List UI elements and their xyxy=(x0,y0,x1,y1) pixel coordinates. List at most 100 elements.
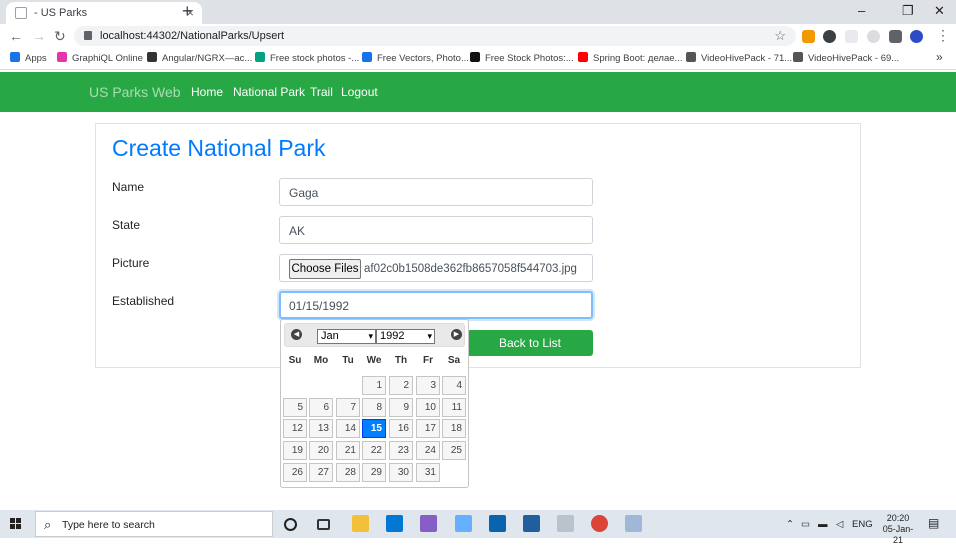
calendar-day[interactable]: 11 xyxy=(442,398,466,417)
nav-national-park[interactable]: National Park xyxy=(233,85,305,99)
state-input[interactable]: AK xyxy=(279,216,593,244)
calendar-day[interactable]: 12 xyxy=(283,419,307,438)
selected-day[interactable]: 15 xyxy=(362,419,386,438)
reload-icon[interactable]: ↻ xyxy=(54,28,66,45)
taskbar-clock[interactable]: 20:20 05-Jan-21 xyxy=(878,513,918,546)
bookmark-spring-boot[interactable]: Spring Boot: делае... xyxy=(578,52,682,64)
show-hidden-icons-chevron-icon[interactable]: ⌃ xyxy=(786,519,794,530)
bookmark-videohivepack-69[interactable]: VideoHivePack - 69... xyxy=(793,52,899,64)
notifications-icon[interactable]: ▤ xyxy=(928,516,939,530)
calendar-day[interactable]: 10 xyxy=(416,398,440,417)
nav-home[interactable]: Home xyxy=(191,85,223,99)
virtualbox-icon[interactable] xyxy=(557,515,574,532)
bookmarks-bar: Apps GraphiQL Online Angular/NGRX—ac... … xyxy=(0,48,956,70)
file-explorer-icon[interactable] xyxy=(352,515,369,532)
close-window-button[interactable]: ✕ xyxy=(934,3,945,19)
site-brand[interactable]: US Parks Web xyxy=(89,84,181,100)
calendar-day[interactable]: 25 xyxy=(442,441,466,460)
forward-arrow-icon[interactable]: → xyxy=(32,28,46,44)
calendar-day[interactable]: 6 xyxy=(309,398,333,417)
established-date-input[interactable]: 01/15/1992 xyxy=(279,291,593,319)
freepik-icon xyxy=(362,52,372,62)
prev-month-icon[interactable]: ◀ xyxy=(291,329,302,340)
calendar-day[interactable]: 21 xyxy=(336,441,360,460)
page-title: Create National Park xyxy=(112,135,326,161)
weekday-header: Mo xyxy=(313,355,329,366)
address-bar[interactable]: localhost:44302/NationalParks/Upsert ☆ xyxy=(74,26,796,46)
name-input[interactable]: Gaga xyxy=(279,178,593,206)
calendar-day[interactable]: 3 xyxy=(416,376,440,395)
calendar-day[interactable]: 2 xyxy=(389,376,413,395)
calendar-day[interactable]: 8 xyxy=(362,398,386,417)
bookmark-free-stock-photos[interactable]: Free stock photos -... xyxy=(255,52,359,64)
url-text[interactable]: localhost:44302/NationalParks/Upsert xyxy=(100,30,284,42)
calendar-day[interactable]: 13 xyxy=(309,419,333,438)
cortana-icon[interactable] xyxy=(284,518,297,531)
calendar-day[interactable]: 31 xyxy=(416,463,440,482)
choose-files-button[interactable]: Choose Files xyxy=(289,259,361,279)
apps-grid-icon xyxy=(10,52,20,62)
calendar-day[interactable]: 28 xyxy=(336,463,360,482)
calendar-day[interactable]: 17 xyxy=(416,419,440,438)
calendar-day[interactable]: 27 xyxy=(309,463,333,482)
videohive-icon xyxy=(686,52,696,62)
browser-tab[interactable]: - US Parks × xyxy=(6,2,202,24)
remote-desktop-icon[interactable] xyxy=(523,515,540,532)
bookmark-angular-ngrx[interactable]: Angular/NGRX—ac... xyxy=(147,52,252,64)
bookmark-free-vectors[interactable]: Free Vectors, Photo... xyxy=(362,52,469,64)
year-select[interactable]: 1992 ▾ xyxy=(376,329,435,344)
calendar-day[interactable]: 16 xyxy=(389,419,413,438)
bookmark-videohivepack-71[interactable]: VideoHivePack - 71... xyxy=(686,52,792,64)
more-bookmarks-chevron-icon[interactable]: » xyxy=(936,50,943,64)
paint-icon[interactable] xyxy=(455,515,472,532)
calendar-day[interactable]: 20 xyxy=(309,441,333,460)
calendar-day[interactable]: 1 xyxy=(362,376,386,395)
weekday-header: Su xyxy=(288,355,302,366)
extension-dark-mode-icon[interactable] xyxy=(823,30,836,43)
menu-dots-icon[interactable]: ⋮ xyxy=(936,27,950,44)
calendar-day[interactable]: 9 xyxy=(389,398,413,417)
mail-icon[interactable] xyxy=(489,515,506,532)
back-to-list-button[interactable]: Back to List xyxy=(467,330,593,356)
bookmark-star-icon[interactable]: ☆ xyxy=(774,28,786,44)
calendar-day[interactable]: 29 xyxy=(362,463,386,482)
calendar-day[interactable]: 22 xyxy=(362,441,386,460)
bookmark-graphiql[interactable]: GraphiQL Online xyxy=(57,52,143,64)
bookmark-free-stock-photos-b[interactable]: Free Stock Photos:... xyxy=(470,52,574,64)
calendar-day[interactable]: 5 xyxy=(283,398,307,417)
extensions-puzzle-icon[interactable] xyxy=(889,30,902,43)
calendar-day[interactable]: 7 xyxy=(336,398,360,417)
task-view-icon[interactable] xyxy=(317,519,330,530)
minimize-button[interactable]: – xyxy=(858,3,865,18)
snipping-tool-icon[interactable] xyxy=(625,515,642,532)
calendar-day[interactable]: 19 xyxy=(283,441,307,460)
back-arrow-icon[interactable]: ← xyxy=(9,28,23,44)
calendar-day[interactable]: 18 xyxy=(442,419,466,438)
windows-start-icon[interactable] xyxy=(10,518,22,530)
extension-circle-icon[interactable] xyxy=(867,30,880,43)
battery-icon[interactable]: ▬ xyxy=(818,519,828,530)
extension-sale-icon[interactable] xyxy=(802,30,815,43)
calendar-day[interactable]: 30 xyxy=(389,463,413,482)
network-icon[interactable]: ▭ xyxy=(801,519,810,530)
new-tab-button[interactable]: + xyxy=(182,1,193,22)
extension-blank-icon[interactable] xyxy=(845,30,858,43)
taskbar-search-box[interactable]: ⌕ Type here to search xyxy=(35,511,273,537)
nav-trail[interactable]: Trail xyxy=(310,85,333,99)
profile-avatar-icon[interactable] xyxy=(910,30,923,43)
bookmark-apps[interactable]: Apps xyxy=(10,52,47,64)
calendar-day[interactable]: 4 xyxy=(442,376,466,395)
calendar-day[interactable]: 26 xyxy=(283,463,307,482)
calendar-day[interactable]: 14 xyxy=(336,419,360,438)
calendar-day[interactable]: 23 xyxy=(389,441,413,460)
vscode-icon[interactable] xyxy=(386,515,403,532)
calendar-day[interactable]: 24 xyxy=(416,441,440,460)
language-indicator[interactable]: ENG xyxy=(852,519,873,530)
maximize-button[interactable]: ❐ xyxy=(902,3,914,19)
volume-icon[interactable]: ◁ xyxy=(836,519,843,530)
chrome-icon[interactable] xyxy=(591,515,608,532)
month-select[interactable]: Jan ▾ xyxy=(317,329,376,344)
visual-studio-icon[interactable] xyxy=(420,515,437,532)
next-month-icon[interactable]: ▶ xyxy=(451,329,462,340)
nav-logout[interactable]: Logout xyxy=(341,85,378,99)
